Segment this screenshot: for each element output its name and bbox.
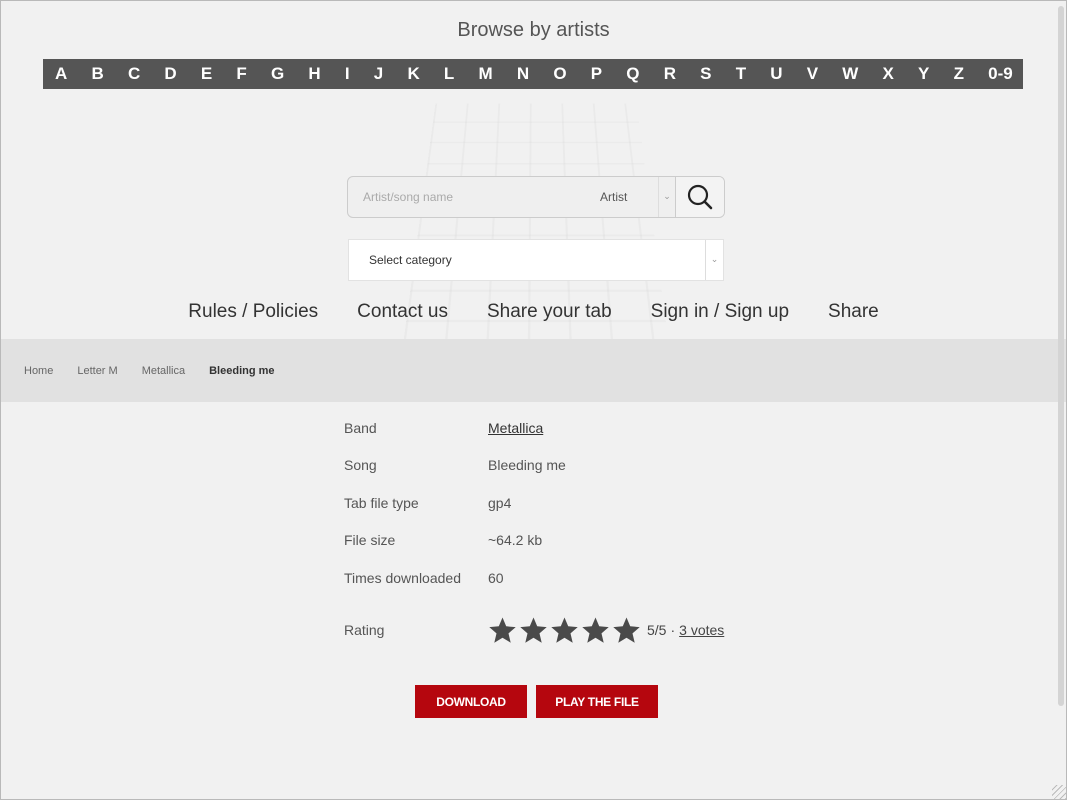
star-icon[interactable] bbox=[519, 616, 548, 645]
letter-link-e[interactable]: E bbox=[201, 64, 212, 84]
votes-link[interactable]: 3 votes bbox=[679, 622, 724, 638]
browse-title: Browse by artists bbox=[457, 19, 610, 41]
rating-separator: · bbox=[670, 622, 676, 638]
nav-rules-policies[interactable]: Rules / Policies bbox=[188, 301, 318, 323]
letter-link-j[interactable]: J bbox=[374, 64, 383, 84]
search-input[interactable] bbox=[348, 177, 600, 217]
detail-row-size: File size ~64.2 kb bbox=[344, 522, 764, 560]
breadcrumb-current: Bleeding me bbox=[209, 364, 275, 377]
download-button[interactable]: DOWNLOAD bbox=[415, 685, 527, 718]
star-rating[interactable] bbox=[488, 616, 641, 645]
action-buttons: DOWNLOAD PLAY THE FILE bbox=[415, 685, 658, 718]
rating-score: 5/5 bbox=[647, 622, 667, 638]
letter-link-z[interactable]: Z bbox=[954, 64, 964, 84]
rating-row: Rating 5/5 · 3 votes bbox=[344, 613, 724, 647]
detail-row-type: Tab file type gp4 bbox=[344, 484, 764, 522]
letter-link-m[interactable]: M bbox=[479, 64, 493, 84]
scrollbar[interactable] bbox=[1058, 6, 1064, 706]
letter-link-p[interactable]: P bbox=[591, 64, 602, 84]
category-select[interactable]: Select category ⌄ bbox=[348, 239, 724, 281]
search-bar: Artist ⌄ bbox=[347, 176, 725, 218]
search-type-select[interactable]: Artist bbox=[600, 190, 658, 204]
nav-share[interactable]: Share bbox=[828, 301, 879, 323]
letter-link-c[interactable]: C bbox=[128, 64, 140, 84]
band-link[interactable]: Metallica bbox=[488, 420, 543, 436]
detail-row-downloads: Times downloaded 60 bbox=[344, 559, 764, 597]
letter-link-g[interactable]: G bbox=[271, 64, 284, 84]
letter-link-v[interactable]: V bbox=[807, 64, 818, 84]
letter-link-d[interactable]: D bbox=[164, 64, 176, 84]
main-nav: Rules / Policies Contact us Share your t… bbox=[1, 301, 1066, 323]
breadcrumb: Home Letter M Metallica Bleeding me bbox=[1, 339, 1066, 402]
downloads-value: 60 bbox=[488, 569, 504, 586]
letter-link-o[interactable]: O bbox=[553, 64, 566, 84]
file-type-value: gp4 bbox=[488, 494, 512, 511]
detail-label: Song bbox=[344, 457, 377, 474]
letter-link-r[interactable]: R bbox=[664, 64, 676, 84]
letter-link-f[interactable]: F bbox=[236, 64, 246, 84]
search-button[interactable] bbox=[676, 177, 724, 217]
letter-bar: A B C D E F G H I J K L M N O P Q R S T U V W X Y Z 0-9 bbox=[43, 59, 1023, 89]
letter-link-i[interactable]: I bbox=[345, 64, 350, 84]
rating-label: Rating bbox=[344, 622, 385, 638]
page-frame: Browse by artists A B C D E F G H I J K L M N O P Q R S T U V… bbox=[0, 0, 1067, 800]
letter-link-y[interactable]: Y bbox=[918, 64, 929, 84]
resize-grip[interactable] bbox=[1052, 785, 1066, 799]
letter-link-u[interactable]: U bbox=[770, 64, 782, 84]
detail-label: Tab file type bbox=[344, 494, 419, 511]
detail-label: File size bbox=[344, 532, 396, 549]
letter-link-a[interactable]: A bbox=[55, 64, 67, 84]
letter-link-t[interactable]: T bbox=[736, 64, 746, 84]
chevron-down-icon[interactable]: ⌄ bbox=[658, 177, 676, 217]
nav-sign-in[interactable]: Sign in / Sign up bbox=[651, 301, 789, 323]
letter-link-x[interactable]: X bbox=[883, 64, 894, 84]
chevron-down-icon: ⌄ bbox=[705, 240, 723, 280]
play-file-button[interactable]: PLAY THE FILE bbox=[536, 685, 658, 718]
letter-link-k[interactable]: K bbox=[407, 64, 419, 84]
letter-link-w[interactable]: W bbox=[842, 64, 858, 84]
letter-link-s[interactable]: S bbox=[700, 64, 711, 84]
letter-link-n[interactable]: N bbox=[517, 64, 529, 84]
detail-label: Band bbox=[344, 419, 377, 436]
breadcrumb-letter[interactable]: Letter M bbox=[77, 365, 117, 377]
breadcrumb-artist[interactable]: Metallica bbox=[142, 365, 185, 377]
nav-contact-us[interactable]: Contact us bbox=[357, 301, 448, 323]
star-icon[interactable] bbox=[581, 616, 610, 645]
letter-link-h[interactable]: H bbox=[308, 64, 320, 84]
detail-label: Times downloaded bbox=[344, 569, 461, 586]
breadcrumb-home[interactable]: Home bbox=[24, 365, 53, 377]
detail-row-song: Song Bleeding me bbox=[344, 447, 764, 485]
song-value: Bleeding me bbox=[488, 457, 566, 474]
search-icon bbox=[687, 184, 713, 210]
tab-details: Band Metallica Song Bleeding me Tab file… bbox=[344, 409, 764, 597]
letter-link-b[interactable]: B bbox=[91, 64, 103, 84]
detail-row-band: Band Metallica bbox=[344, 409, 764, 447]
star-icon[interactable] bbox=[488, 616, 517, 645]
category-select-label: Select category bbox=[369, 253, 452, 267]
star-icon[interactable] bbox=[612, 616, 641, 645]
nav-share-your-tab[interactable]: Share your tab bbox=[487, 301, 612, 323]
star-icon[interactable] bbox=[550, 616, 579, 645]
letter-link-0-9[interactable]: 0-9 bbox=[988, 64, 1013, 84]
letter-link-l[interactable]: L bbox=[444, 64, 454, 84]
file-size-value: ~64.2 kb bbox=[488, 532, 543, 549]
letter-link-q[interactable]: Q bbox=[626, 64, 639, 84]
